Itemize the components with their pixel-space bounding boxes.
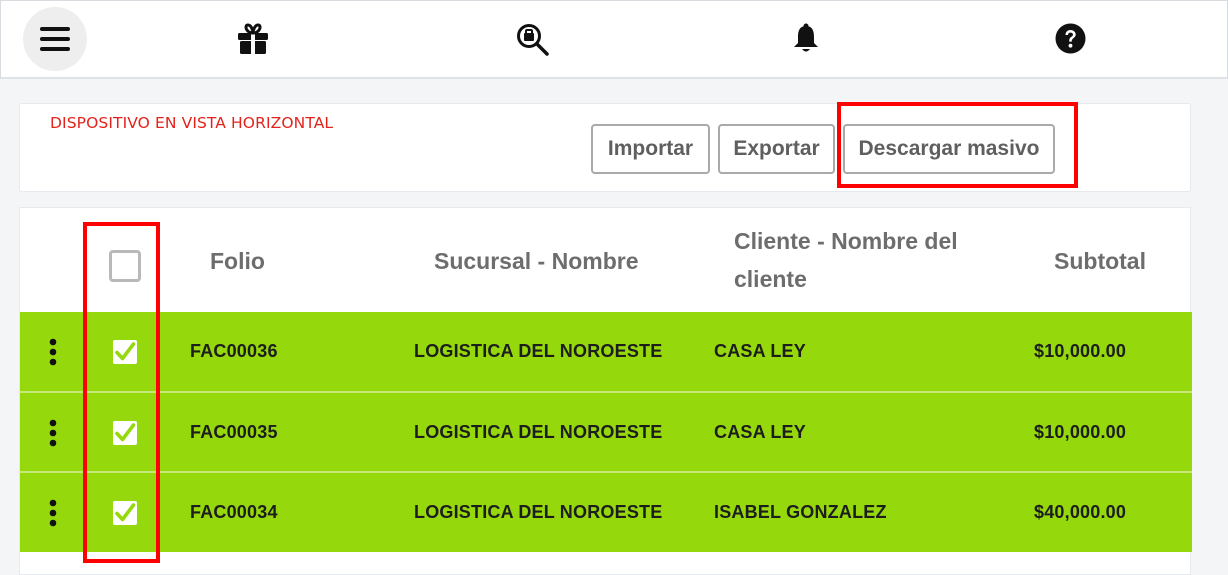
check-icon (115, 423, 136, 442)
row-checkbox[interactable] (113, 501, 137, 525)
column-header-sucursal[interactable]: Sucursal - Nombre (434, 242, 639, 280)
help-icon[interactable] (1055, 23, 1086, 54)
select-all-checkbox[interactable] (109, 250, 141, 282)
cell-sucursal: LOGISTICA DEL NOROESTE (414, 502, 663, 522)
import-button[interactable]: Importar (591, 124, 710, 174)
invoice-table: Folio Sucursal - Nombre Cliente - Nombre… (19, 207, 1192, 575)
cell-subtotal: $10,000.00 (1034, 341, 1127, 361)
column-header-folio[interactable]: Folio (210, 242, 265, 280)
cell-cliente: ISABEL GONZALEZ (714, 502, 887, 522)
cell-sucursal: LOGISTICA DEL NOROESTE (414, 422, 663, 442)
check-icon (115, 342, 136, 361)
row-checkbox[interactable] (113, 340, 137, 364)
export-button[interactable]: Exportar (718, 124, 835, 174)
menu-icon (40, 27, 70, 51)
cell-cliente: CASA LEY (714, 341, 806, 361)
row-options-icon[interactable] (46, 499, 60, 527)
top-nav-bar (0, 0, 1228, 79)
search-icon[interactable] (516, 23, 550, 57)
cell-subtotal: $40,000.00 (1034, 502, 1127, 522)
row-options-icon[interactable] (46, 338, 60, 366)
table-row[interactable]: FAC00035 LOGISTICA DEL NOROESTE CASA LEY… (20, 393, 1192, 472)
row-checkbox[interactable] (113, 421, 137, 445)
cell-cliente: CASA LEY (714, 422, 806, 442)
page: DISPOSITIVO EN VISTA HORIZONTAL Importar… (0, 0, 1228, 575)
cell-folio: FAC00035 (190, 422, 278, 442)
cell-folio: FAC00034 (190, 502, 278, 522)
check-icon (115, 503, 136, 522)
column-header-cliente[interactable]: Cliente - Nombre del cliente (734, 222, 1004, 298)
table-row[interactable]: FAC00034 LOGISTICA DEL NOROESTE ISABEL G… (20, 473, 1192, 552)
table-row[interactable]: FAC00036 LOGISTICA DEL NOROESTE CASA LEY… (20, 312, 1192, 391)
toolbar-card: DISPOSITIVO EN VISTA HORIZONTAL Importar… (19, 103, 1191, 192)
row-options-icon[interactable] (46, 419, 60, 447)
cell-folio: FAC00036 (190, 341, 278, 361)
bell-icon[interactable] (793, 23, 819, 53)
cell-subtotal: $10,000.00 (1034, 422, 1127, 442)
cell-sucursal: LOGISTICA DEL NOROESTE (414, 341, 663, 361)
menu-button[interactable] (23, 7, 87, 71)
column-header-subtotal[interactable]: Subtotal (1054, 242, 1146, 280)
gift-icon[interactable] (236, 23, 270, 55)
bulk-download-button[interactable]: Descargar masivo (843, 124, 1055, 174)
device-orientation-note: DISPOSITIVO EN VISTA HORIZONTAL (50, 114, 334, 132)
